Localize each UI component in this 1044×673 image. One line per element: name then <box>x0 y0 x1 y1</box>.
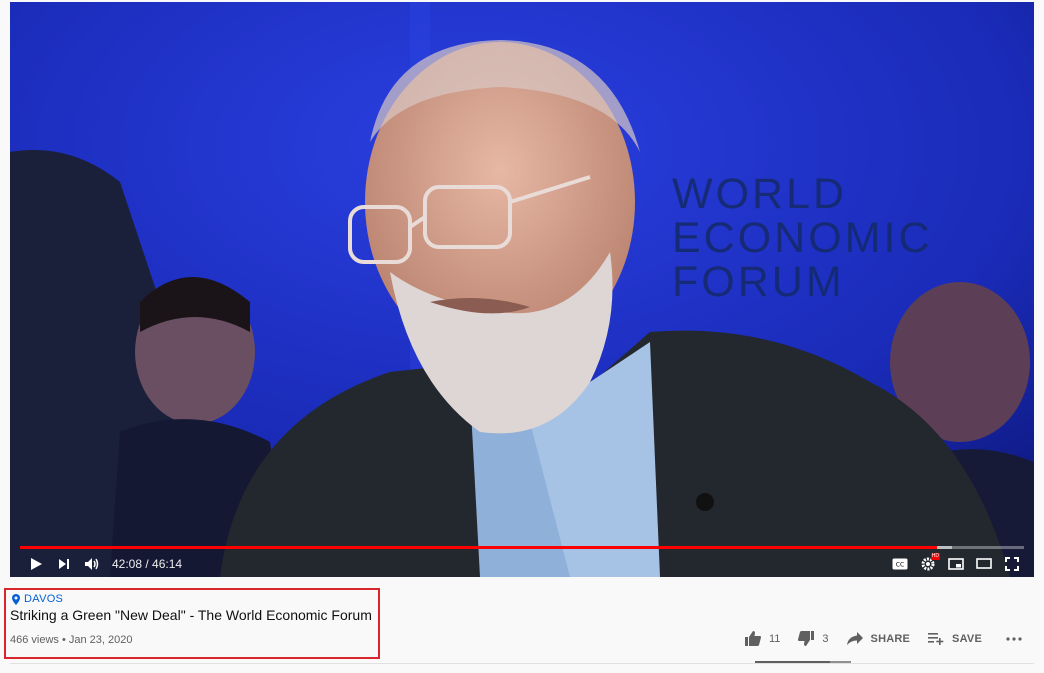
fullscreen-icon <box>1005 556 1019 571</box>
thumbs-up-icon <box>744 631 761 646</box>
like-count: 11 <box>768 632 781 645</box>
time-display: 42:08 / 46:14 <box>112 557 182 571</box>
thumbs-down-icon <box>798 631 815 646</box>
miniplayer-icon <box>948 557 964 570</box>
hd-badge: HD <box>930 553 940 560</box>
current-time: 42:08 <box>112 556 143 571</box>
video-title: Striking a Green "New Deal" - The World … <box>10 607 372 623</box>
divider <box>10 663 1034 664</box>
player-controls: 42:08 / 46:14 CC HD <box>10 550 1034 577</box>
share-label: SHARE <box>870 632 911 645</box>
theater-mode-button[interactable] <box>970 550 998 577</box>
settings-button[interactable]: HD <box>914 550 942 577</box>
share-icon <box>846 632 863 645</box>
total-time: 46:14 <box>152 556 183 571</box>
location-link[interactable]: DAVOS <box>12 593 63 605</box>
location-label: DAVOS <box>24 593 64 605</box>
save-label: SAVE <box>952 632 982 645</box>
dislike-button[interactable]: 3 <box>798 631 829 646</box>
right-controls: CC HD <box>886 550 1026 577</box>
miniplayer-button[interactable] <box>942 550 970 577</box>
next-button[interactable] <box>50 550 78 577</box>
video-meta: 466 views • Jan 23, 2020 <box>10 634 133 646</box>
video-player[interactable]: WORLD ECONOMIC FORUM 42:08 / 46:14 CC HD <box>10 2 1034 577</box>
theater-mode-icon <box>976 558 992 569</box>
svg-text:CC: CC <box>896 561 904 568</box>
play-icon <box>31 557 42 570</box>
captions-icon: CC <box>892 558 908 569</box>
location-pin-icon <box>12 593 20 605</box>
next-icon <box>59 558 69 569</box>
play-button[interactable] <box>22 550 50 577</box>
action-bar: 11 3 SHARE SAVE <box>727 631 1030 646</box>
more-horizontal-icon <box>1006 636 1022 641</box>
logo-line-1: WORLD <box>672 170 848 218</box>
progress-bar[interactable] <box>20 546 1024 549</box>
fullscreen-button[interactable] <box>998 550 1026 577</box>
share-button[interactable]: SHARE <box>846 632 911 645</box>
more-actions-button[interactable] <box>1006 636 1030 641</box>
meta-bullet: • <box>58 634 69 646</box>
view-count: 466 views <box>10 634 59 646</box>
like-button[interactable]: 11 <box>744 631 781 646</box>
volume-icon <box>85 557 99 570</box>
volume-button[interactable] <box>78 550 106 577</box>
time-separator: / <box>142 556 153 571</box>
save-button[interactable]: SAVE <box>928 632 982 645</box>
progress-played <box>20 546 937 549</box>
dislike-count: 3 <box>822 632 829 645</box>
logo-line-2: ECONOMIC <box>672 214 933 262</box>
playlist-add-icon <box>928 632 944 645</box>
captions-button[interactable]: CC <box>886 550 914 577</box>
background-logo-text: WORLD ECONOMIC FORUM <box>672 172 972 304</box>
upload-date: Jan 23, 2020 <box>68 634 133 646</box>
logo-line-3: FORUM <box>672 258 845 306</box>
video-info: DAVOS Striking a Green "New Deal" - The … <box>0 577 1044 673</box>
